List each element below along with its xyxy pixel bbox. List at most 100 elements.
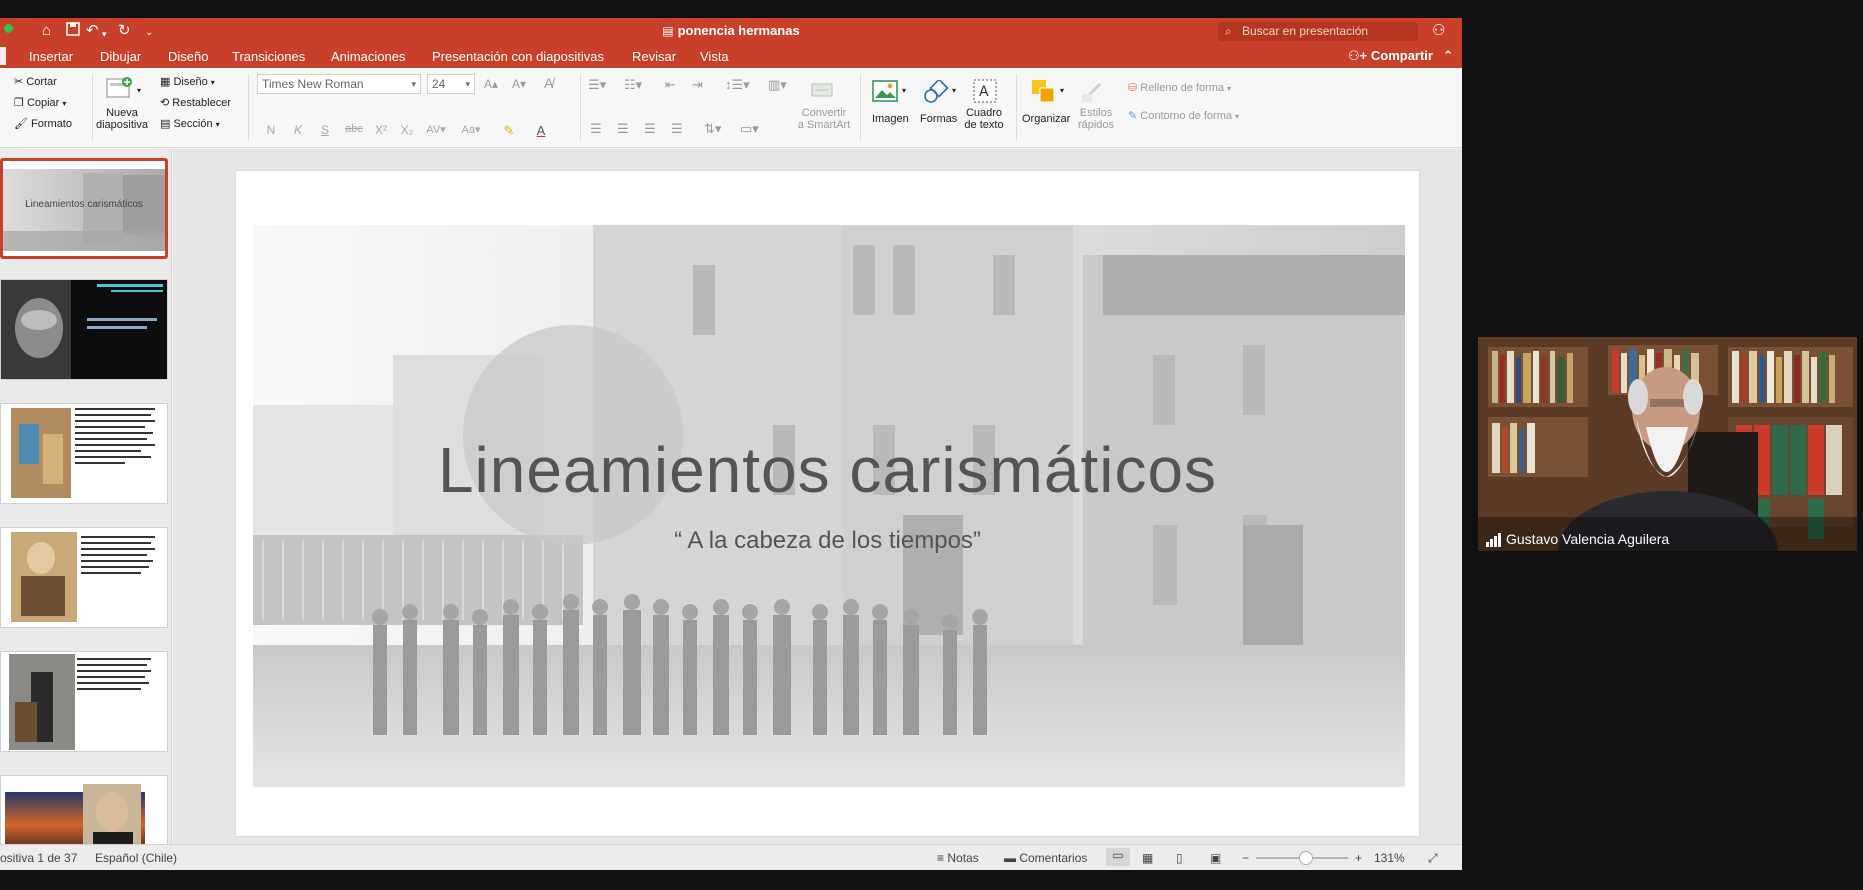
shapes-icon[interactable] bbox=[922, 78, 949, 106]
new-slide-icon[interactable] bbox=[105, 76, 132, 102]
arrange-button[interactable]: Organizar bbox=[1022, 113, 1070, 125]
quick-styles-label-2: rápidos bbox=[1077, 119, 1115, 131]
zoom-out-icon[interactable]: − bbox=[1242, 851, 1249, 865]
new-slide-button[interactable]: Nueva diapositiva bbox=[96, 107, 148, 131]
slide-thumbnail[interactable] bbox=[0, 651, 168, 752]
slide-thumbnail[interactable] bbox=[0, 775, 168, 844]
italic-button[interactable]: K bbox=[286, 123, 310, 137]
cut-button[interactable]: ✂ Cortar bbox=[14, 75, 57, 88]
slide-thumbnail[interactable] bbox=[0, 279, 168, 380]
ribbon-tabs: Insertar Dibujar Diseño Transiciones Ani… bbox=[0, 45, 1462, 68]
shape-outline-button[interactable]: ✎ Contorno de forma ▾ bbox=[1128, 109, 1239, 122]
tab-presentacion[interactable]: Presentación con diapositivas bbox=[432, 49, 604, 64]
reset-button[interactable]: ⟲ Restablecer bbox=[160, 96, 231, 109]
align-right-icon[interactable]: ☰ bbox=[644, 121, 656, 137]
tab-vista[interactable]: Vista bbox=[700, 49, 729, 64]
normal-view-icon[interactable]: ▭ bbox=[1106, 848, 1130, 866]
chevron-down-icon[interactable]: ▾ bbox=[137, 86, 141, 95]
decrease-font-icon[interactable]: A▾ bbox=[512, 77, 526, 91]
zoom-in-icon[interactable]: + bbox=[1355, 851, 1362, 865]
participant-name: Gustavo Valencia Aguilera bbox=[1506, 531, 1670, 547]
reset-label: Restablecer bbox=[172, 97, 231, 109]
chevron-down-icon[interactable]: ▾ bbox=[1060, 86, 1064, 95]
align-left-icon[interactable]: ☰ bbox=[590, 121, 602, 137]
quick-styles-icon[interactable] bbox=[1080, 80, 1106, 106]
layout-button[interactable]: ▦ Diseño ▾ bbox=[160, 75, 215, 88]
quick-styles-button[interactable]: Estilos rápidos bbox=[1072, 107, 1120, 131]
chevron-down-icon[interactable]: ▾ bbox=[952, 86, 956, 95]
ribbon-divider bbox=[92, 74, 93, 140]
font-size-dropdown[interactable]: 24 ▾ bbox=[427, 74, 475, 94]
bold-button[interactable]: N bbox=[259, 123, 283, 137]
numbering-icon[interactable]: ☷▾ bbox=[624, 77, 642, 93]
shapes-button[interactable]: Formas bbox=[920, 113, 957, 125]
chevron-down-icon: ▾ bbox=[1227, 84, 1232, 93]
tab-transiciones[interactable]: Transiciones bbox=[232, 49, 305, 64]
subscript-button[interactable]: X₂ bbox=[395, 123, 419, 137]
share-label: Compartir bbox=[1370, 48, 1433, 63]
tab-insertar[interactable]: Insertar bbox=[29, 49, 73, 64]
zoom-level[interactable]: 131% bbox=[1374, 851, 1405, 865]
zoom-slider-thumb[interactable] bbox=[1299, 851, 1313, 865]
justify-icon[interactable]: ☰ bbox=[671, 121, 683, 137]
text-direction-icon[interactable]: ⇅▾ bbox=[704, 121, 721, 137]
search-input[interactable]: ⌕ Buscar en presentación bbox=[1218, 22, 1418, 41]
increase-font-icon[interactable]: A▴ bbox=[484, 77, 498, 91]
shape-fill-button[interactable]: ⛁ Relleno de forma ▾ bbox=[1128, 81, 1231, 94]
search-placeholder: Buscar en presentación bbox=[1242, 24, 1369, 38]
decrease-indent-icon[interactable]: ⇤ bbox=[665, 77, 676, 93]
slide-thumbnail[interactable] bbox=[0, 403, 168, 504]
bullets-icon[interactable]: ☰▾ bbox=[588, 77, 606, 93]
superscript-button[interactable]: X² bbox=[369, 123, 393, 137]
language-status[interactable]: Español (Chile) bbox=[95, 851, 177, 865]
line-spacing-icon[interactable]: ↕☰▾ bbox=[725, 77, 750, 93]
fit-to-window-icon[interactable]: ⤢ bbox=[1428, 851, 1438, 866]
tab-home-edge[interactable] bbox=[0, 47, 6, 65]
section-button[interactable]: ▤ Sección ▾ bbox=[160, 117, 220, 130]
tab-revisar[interactable]: Revisar bbox=[632, 49, 676, 64]
increase-indent-icon[interactable]: ⇥ bbox=[692, 77, 703, 93]
tab-dibujar[interactable]: Dibujar bbox=[100, 49, 141, 64]
share-person-icon[interactable]: ⚇ bbox=[1432, 21, 1445, 39]
notes-label: Notas bbox=[947, 851, 979, 865]
current-slide[interactable]: Lineamientos carismáticos “ A la cabeza … bbox=[236, 171, 1419, 836]
arrange-icon[interactable] bbox=[1030, 78, 1056, 104]
slide-thumbnail[interactable] bbox=[0, 527, 168, 628]
char-spacing-icon[interactable]: AV▾ bbox=[424, 123, 448, 136]
brush-icon: 🖌︎ bbox=[14, 118, 28, 130]
tab-animaciones[interactable]: Animaciones bbox=[331, 49, 405, 64]
format-painter-button[interactable]: 🖌︎ Formato bbox=[14, 117, 72, 130]
underline-button[interactable]: S bbox=[313, 123, 337, 137]
slide-subtitle[interactable]: “ A la cabeza de los tiempos” bbox=[236, 527, 1419, 555]
reading-view-icon[interactable]: ▯ bbox=[1176, 851, 1183, 865]
highlight-icon[interactable]: ✎ bbox=[497, 123, 521, 139]
share-button[interactable]: ⚇+ Compartir ⌃ bbox=[1348, 48, 1454, 64]
font-color-icon[interactable]: A bbox=[529, 123, 553, 138]
align-text-icon[interactable]: ▭▾ bbox=[740, 121, 759, 137]
align-center-icon[interactable]: ☰ bbox=[617, 121, 629, 137]
convert-smartart-button[interactable]: Convertir a SmartArt bbox=[796, 107, 852, 131]
image-icon[interactable] bbox=[872, 80, 898, 106]
pencil-icon: ✎ bbox=[1128, 110, 1138, 122]
notes-button[interactable]: ≡ Notas bbox=[937, 851, 979, 865]
participant-video[interactable]: Gustavo Valencia Aguilera bbox=[1478, 337, 1857, 551]
strikethrough-button[interactable]: abc bbox=[342, 123, 366, 135]
clear-format-icon[interactable]: A̸ bbox=[544, 75, 553, 91]
tab-diseno[interactable]: Diseño bbox=[168, 49, 208, 64]
svg-text:A: A bbox=[979, 84, 989, 100]
image-button[interactable]: Imagen bbox=[872, 113, 909, 125]
slide-title[interactable]: Lineamientos carismáticos bbox=[236, 433, 1419, 507]
columns-icon[interactable]: ▥▾ bbox=[768, 77, 787, 93]
slide-thumbnail[interactable]: Lineamientos carismáticos bbox=[0, 158, 168, 259]
textbox-icon[interactable]: A bbox=[972, 78, 998, 104]
comments-button[interactable]: ▬ Comentarios bbox=[1004, 851, 1087, 865]
change-case-icon[interactable]: Aa▾ bbox=[459, 123, 483, 136]
chevron-down-icon[interactable]: ▾ bbox=[902, 86, 906, 95]
font-name-dropdown[interactable]: Times New Roman ▾ bbox=[257, 74, 421, 94]
slide-sorter-icon[interactable]: ▦ bbox=[1142, 851, 1153, 865]
ribbon-divider bbox=[248, 74, 249, 140]
slideshow-icon[interactable]: ▣ bbox=[1210, 851, 1221, 865]
copy-button[interactable]: ❐ Copiar ▾ bbox=[14, 96, 66, 109]
smartart-icon[interactable] bbox=[808, 76, 834, 102]
textbox-button[interactable]: Cuadro de texto bbox=[960, 107, 1008, 131]
